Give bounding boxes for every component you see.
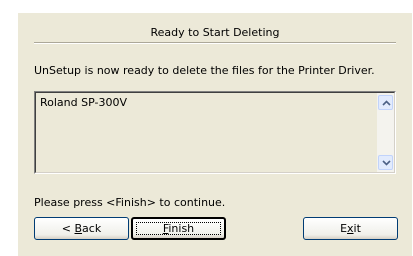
status-message: UnSetup is now ready to delete the files… [34,64,375,77]
listbox-frame: Roland SP-300V [35,92,395,173]
heading-divider [34,42,396,44]
page-title: Ready to Start Deleting [150,26,280,39]
back-button[interactable]: < Back [34,217,129,240]
exit-prefix: E [340,222,348,235]
focus-rectangle [136,222,221,235]
list-item[interactable]: Roland SP-300V [40,96,127,109]
scroll-up-button[interactable] [378,95,393,110]
scroll-down-button[interactable] [378,155,393,170]
back-prefix: < [61,222,75,235]
back-mnemonic: B [74,222,83,235]
exit-label-rest: it [353,222,361,235]
exit-button[interactable]: Exit [303,217,398,240]
files-listbox[interactable]: Roland SP-300V [34,91,396,174]
wizard-panel: Ready to Start Deleting UnSetup is now r… [18,13,412,256]
finish-button[interactable]: Finish [131,217,226,240]
vertical-scrollbar[interactable] [377,93,394,172]
instruction-text: Please press <Finish> to continue. [34,196,226,209]
chevron-down-icon [382,160,391,166]
chevron-up-icon [382,100,391,106]
back-label-rest: ack [82,222,102,235]
